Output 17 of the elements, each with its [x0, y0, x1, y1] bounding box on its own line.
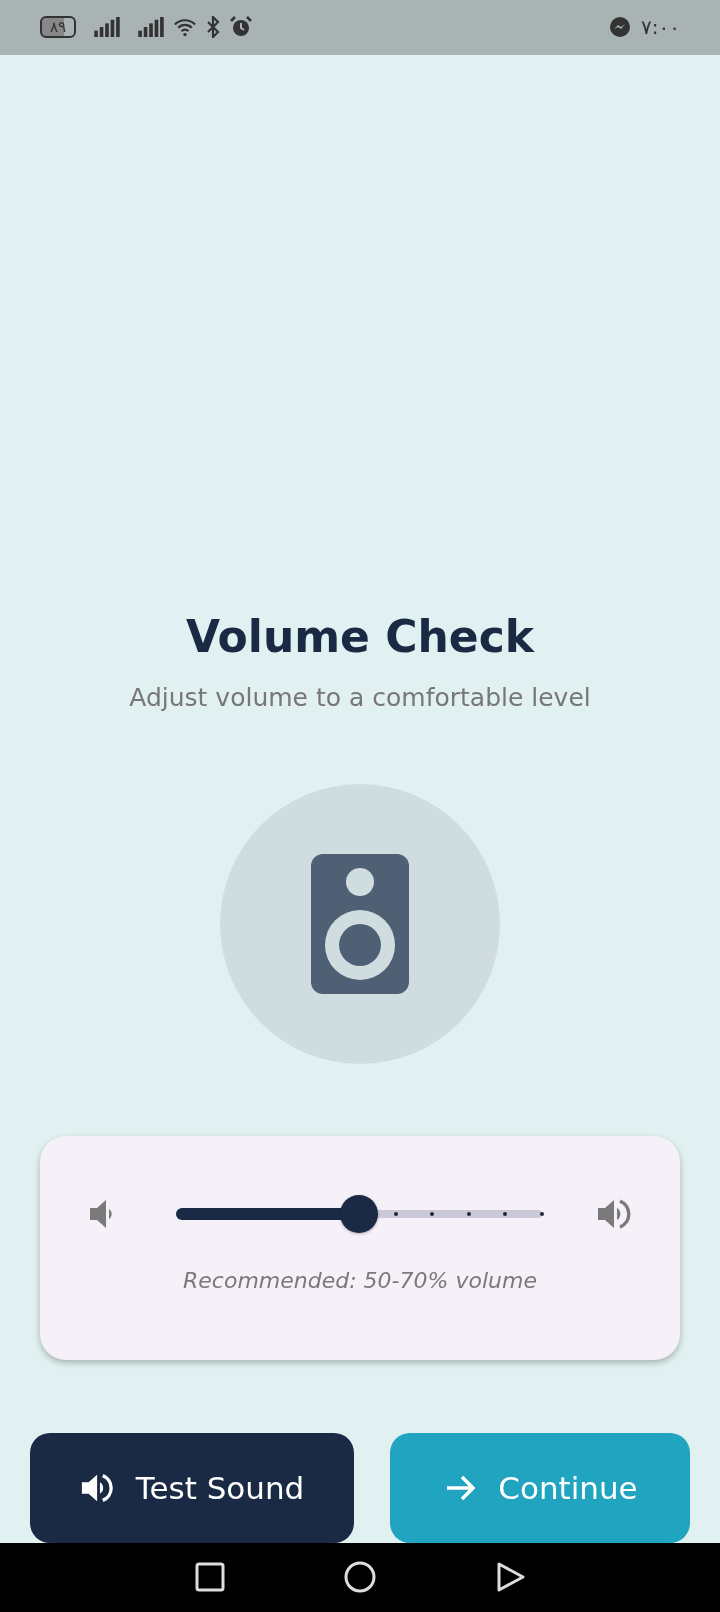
test-sound-button[interactable]: Test Sound: [30, 1432, 354, 1543]
title: Volume Check: [185, 610, 535, 663]
subtitle: Adjust volume to a comfortable level: [129, 682, 591, 712]
signal-icon: [94, 17, 121, 38]
bluetooth-icon: [206, 16, 221, 39]
volume-slider[interactable]: [176, 1193, 542, 1234]
signal-icon: [138, 17, 165, 38]
slider-thumb[interactable]: [340, 1194, 378, 1233]
recents-button[interactable]: [194, 1561, 226, 1594]
speaker-icon: [311, 853, 409, 994]
messenger-icon: [609, 16, 632, 39]
clock: ٧:٠٠: [641, 15, 680, 40]
battery-indicator: ٨٩: [40, 16, 77, 39]
wifi-icon: [174, 16, 197, 39]
alarm-icon: [230, 16, 253, 39]
recommendation-text: Recommended: 50-70% volume: [182, 1267, 538, 1293]
home-button[interactable]: [344, 1561, 376, 1594]
